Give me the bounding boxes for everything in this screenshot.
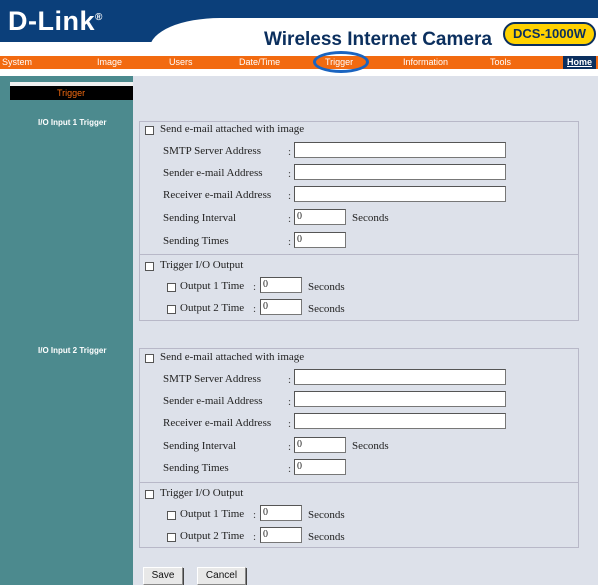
product-title: Wireless Internet Camera: [264, 29, 492, 50]
input1-times-input[interactable]: 0: [294, 232, 346, 248]
input2-send-email-label: Send e-mail attached with image: [160, 351, 305, 363]
input1-receiver-input[interactable]: [294, 186, 506, 202]
input2-output2-checkbox[interactable]: [167, 533, 176, 542]
dlink-logo: D-Link®: [8, 6, 103, 36]
input1-trigger-output-label: Trigger I/O Output: [160, 259, 244, 271]
input1-output2-unit: Seconds: [308, 303, 345, 315]
input1-sender-colon: :: [288, 168, 292, 180]
input1-output2-label: Output 2 Time: [180, 302, 245, 314]
input1-output1-label: Output 1 Time: [180, 280, 245, 292]
input2-times-input[interactable]: 0: [294, 459, 346, 475]
input1-smtp-label: SMTP Server Address: [163, 145, 261, 157]
input1-sender-label: Sender e-mail Address: [163, 167, 263, 179]
cancel-button[interactable]: Cancel: [197, 567, 246, 585]
input2-output2-label: Output 2 Time: [180, 530, 245, 542]
top-nav: System Image Users Date/Time Trigger Inf…: [0, 56, 598, 69]
section-label-input1: I/O Input 1 Trigger: [38, 118, 107, 127]
input1-times-label: Sending Times: [163, 235, 229, 247]
input1-smtp-colon: :: [288, 146, 292, 158]
input2-trigger-output-checkbox[interactable]: [145, 490, 154, 499]
input2-divider: [139, 482, 579, 483]
input2-receiver-label: Receiver e-mail Address: [163, 417, 272, 429]
input2-receiver-input[interactable]: [294, 413, 506, 429]
input1-receiver-colon: :: [288, 190, 292, 202]
nav-information[interactable]: Information: [403, 56, 448, 69]
input2-send-email-checkbox[interactable]: [145, 354, 154, 363]
input2-output2-unit: Seconds: [308, 531, 345, 543]
input2-output1-label: Output 1 Time: [180, 508, 245, 520]
input1-times-colon: :: [288, 236, 292, 248]
input1-output2-colon: :: [253, 303, 257, 315]
input2-sender-colon: :: [288, 396, 292, 408]
input2-times-label: Sending Times: [163, 462, 229, 474]
sidebar-item-trigger[interactable]: Trigger: [10, 86, 133, 100]
input2-output1-colon: :: [253, 509, 257, 521]
input2-interval-input[interactable]: 0: [294, 437, 346, 453]
input1-output1-checkbox[interactable]: [167, 283, 176, 292]
input2-receiver-colon: :: [288, 418, 292, 430]
input1-send-email-checkbox[interactable]: [145, 126, 154, 135]
input2-output2-input[interactable]: 0: [260, 527, 302, 543]
section-label-input2: I/O Input 2 Trigger: [38, 346, 107, 355]
input1-interval-unit: Seconds: [352, 212, 389, 224]
nav-home[interactable]: Home: [563, 56, 597, 69]
input2-interval-colon: :: [288, 441, 292, 453]
nav-image[interactable]: Image: [97, 56, 122, 69]
save-button[interactable]: Save: [143, 567, 183, 585]
nav-trigger[interactable]: Trigger: [325, 56, 353, 69]
input1-interval-colon: :: [288, 213, 292, 225]
input1-output1-colon: :: [253, 281, 257, 293]
input1-trigger-output-checkbox[interactable]: [145, 262, 154, 271]
input1-output2-input[interactable]: 0: [260, 299, 302, 315]
input2-output1-checkbox[interactable]: [167, 511, 176, 520]
input2-sender-input[interactable]: [294, 391, 506, 407]
nav-users[interactable]: Users: [169, 56, 193, 69]
input1-output1-unit: Seconds: [308, 281, 345, 293]
model-badge: DCS-1000W: [503, 22, 596, 46]
sidebar: [0, 76, 133, 585]
input1-sender-input[interactable]: [294, 164, 506, 180]
input2-smtp-input[interactable]: [294, 369, 506, 385]
header: D-Link® Wireless Internet Camera DCS-100…: [0, 0, 598, 56]
input2-output2-colon: :: [253, 531, 257, 543]
input2-smtp-label: SMTP Server Address: [163, 373, 261, 385]
input2-smtp-colon: :: [288, 374, 292, 386]
input1-divider: [139, 254, 579, 255]
nav-date-time[interactable]: Date/Time: [239, 56, 280, 69]
input1-interval-label: Sending Interval: [163, 212, 237, 224]
input2-output1-unit: Seconds: [308, 509, 345, 521]
nav-system[interactable]: System: [2, 56, 32, 69]
input2-interval-label: Sending Interval: [163, 440, 237, 452]
input1-output2-checkbox[interactable]: [167, 305, 176, 314]
input1-smtp-input[interactable]: [294, 142, 506, 158]
input2-times-colon: :: [288, 463, 292, 475]
input2-trigger-output-label: Trigger I/O Output: [160, 487, 244, 499]
nav-tools[interactable]: Tools: [490, 56, 511, 69]
input2-output1-input[interactable]: 0: [260, 505, 302, 521]
input2-interval-unit: Seconds: [352, 440, 389, 452]
input1-interval-input[interactable]: 0: [294, 209, 346, 225]
input2-sender-label: Sender e-mail Address: [163, 395, 263, 407]
input1-output1-input[interactable]: 0: [260, 277, 302, 293]
input1-send-email-label: Send e-mail attached with image: [160, 123, 305, 135]
input1-receiver-label: Receiver e-mail Address: [163, 189, 272, 201]
